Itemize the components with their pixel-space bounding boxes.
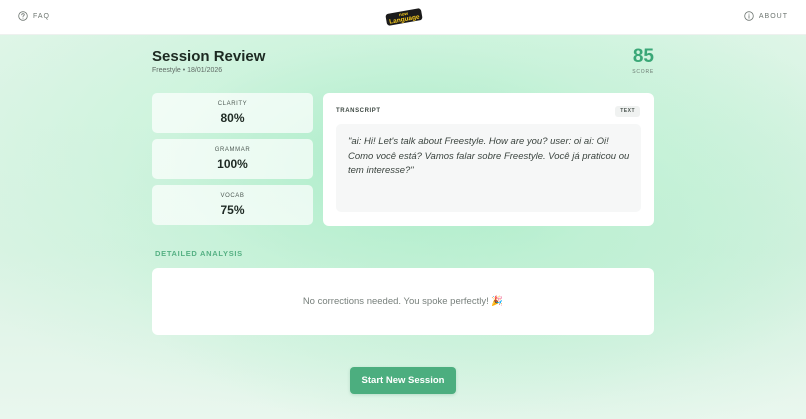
faq-label: FAQ	[33, 12, 51, 20]
metric-card-grammar: GRAMMAR 100%	[152, 139, 313, 179]
page-title: Session Review	[152, 48, 266, 65]
about-link[interactable]: ABOUT	[744, 11, 788, 21]
analysis-message: No corrections needed. You spoke perfect…	[302, 296, 504, 307]
top-bar: FAQ now Language ABOUT	[0, 0, 806, 35]
metric-label: VOCAB	[220, 193, 245, 199]
transcript-label: TRANSCRIPT	[336, 108, 381, 114]
transcript-text: "ai: Hi! Let's talk about Freestyle. How…	[348, 136, 630, 176]
score-value: 85	[632, 46, 654, 67]
detailed-analysis-heading: DETAILED ANALYSIS	[155, 249, 243, 258]
help-circle-icon	[18, 11, 28, 21]
analysis-card: No corrections needed. You spoke perfect…	[152, 268, 654, 335]
faq-link[interactable]: FAQ	[18, 11, 50, 21]
metric-label: GRAMMAR	[214, 147, 251, 153]
app-logo[interactable]: now Language	[384, 6, 424, 28]
metric-card-vocab: VOCAB 75%	[152, 185, 313, 225]
about-label: ABOUT	[758, 12, 788, 20]
transcript-box: "ai: Hi! Let's talk about Freestyle. How…	[336, 124, 641, 212]
metric-label: CLARITY	[217, 101, 248, 107]
session-subtitle: Freestyle • 18/01/2026	[152, 67, 223, 74]
metric-value: 100%	[217, 157, 248, 171]
metric-value: 80%	[220, 111, 245, 125]
metric-value: 75%	[220, 203, 245, 217]
score-label: SCORE	[632, 69, 654, 75]
metric-card-clarity: CLARITY 80%	[152, 93, 313, 133]
info-circle-icon	[744, 11, 754, 21]
score-summary: 85 SCORE	[632, 46, 654, 75]
start-new-session-button[interactable]: Start New Session	[350, 367, 456, 394]
transcript-type-badge: TEXT	[615, 106, 640, 117]
transcript-card: TRANSCRIPT TEXT "ai: Hi! Let's talk abou…	[323, 93, 654, 226]
